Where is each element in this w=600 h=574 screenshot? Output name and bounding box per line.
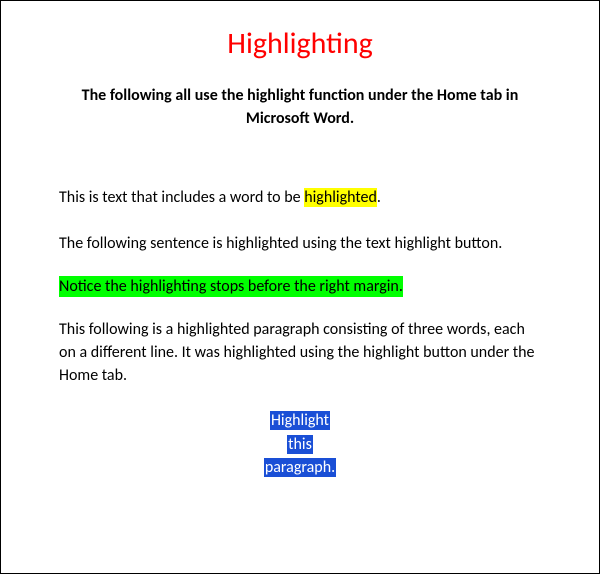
- highlighted-word-blue-1: Highlight: [270, 411, 330, 430]
- page-subtitle: The following all use the highlight func…: [59, 84, 541, 130]
- highlighted-word-blue-2: this: [287, 435, 313, 454]
- green-highlight-block: Notice the highlighting stops before the…: [59, 277, 541, 296]
- paragraph-blue-intro: This following is a highlighted paragrap…: [59, 318, 541, 388]
- highlighted-sentence-green: Notice the highlighting stops before the…: [59, 276, 403, 297]
- highlighted-word-yellow: highlighted: [304, 188, 377, 207]
- paragraph-yellow-example: This is text that includes a word to be …: [59, 186, 541, 209]
- page-title: Highlighting: [59, 25, 541, 62]
- text-before-highlight: This is text that includes a word to be: [59, 188, 304, 207]
- text-after-highlight: .: [377, 188, 381, 207]
- document-page: Highlighting The following all use the h…: [0, 0, 600, 574]
- paragraph-green-intro: The following sentence is highlighted us…: [59, 232, 541, 255]
- highlighted-word-blue-3: paragraph.: [264, 458, 336, 477]
- blue-highlight-paragraph: Highlight this paragraph.: [59, 409, 541, 479]
